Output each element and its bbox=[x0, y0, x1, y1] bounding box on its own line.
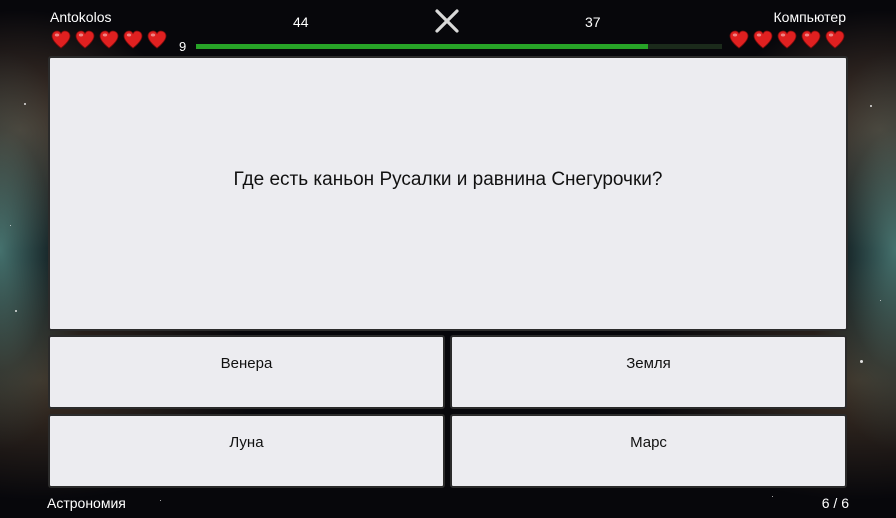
close-icon bbox=[435, 9, 459, 33]
answer-button-4[interactable]: Марс bbox=[450, 414, 847, 488]
player-left-lives bbox=[51, 30, 167, 49]
heart-icon bbox=[123, 30, 143, 49]
player-left-score: 44 bbox=[293, 14, 309, 30]
heart-icon bbox=[801, 30, 821, 49]
timer-progress-fill bbox=[196, 44, 649, 49]
close-button[interactable] bbox=[434, 8, 460, 34]
heart-icon bbox=[825, 30, 845, 49]
heart-icon bbox=[777, 30, 797, 49]
player-name-left: Antokolos bbox=[50, 9, 112, 25]
category-label: Астрономия bbox=[47, 495, 126, 511]
player-name-right: Компьютер bbox=[773, 9, 846, 25]
heart-icon bbox=[729, 30, 749, 49]
player-right-lives bbox=[729, 30, 845, 49]
heart-icon bbox=[51, 30, 71, 49]
heart-icon bbox=[99, 30, 119, 49]
timer-progress-bar bbox=[196, 44, 722, 49]
heart-icon bbox=[147, 30, 167, 49]
question-card: Где есть каньон Русалки и равнина Снегур… bbox=[48, 56, 848, 331]
player-right-score: 37 bbox=[585, 14, 601, 30]
heart-icon bbox=[753, 30, 773, 49]
answer-button-1[interactable]: Венера bbox=[48, 335, 445, 409]
answer-button-3[interactable]: Луна bbox=[48, 414, 445, 488]
heart-icon bbox=[75, 30, 95, 49]
timer-value: 9 bbox=[179, 39, 187, 54]
answer-button-2[interactable]: Земля bbox=[450, 335, 847, 409]
question-counter: 6 / 6 bbox=[821, 495, 849, 511]
question-text: Где есть каньон Русалки и равнина Снегур… bbox=[233, 168, 663, 190]
